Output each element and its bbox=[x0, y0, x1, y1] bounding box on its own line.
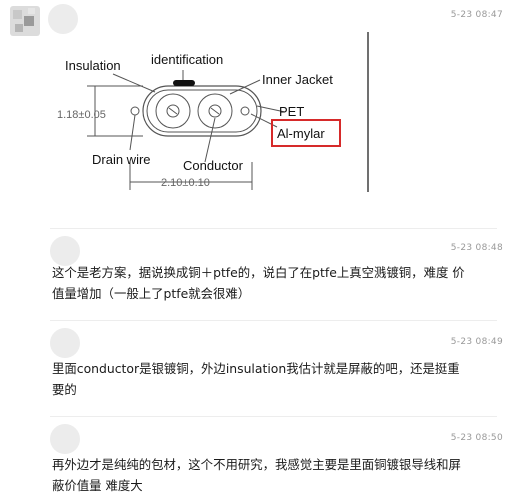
identification-label: identification bbox=[151, 52, 223, 67]
divider bbox=[50, 320, 497, 321]
avatar[interactable] bbox=[10, 6, 40, 36]
timestamp: 5-23 08:49 bbox=[450, 337, 503, 347]
message-text: 这个是老方案，据说换成铜＋ptfe的，说白了在ptfe上真空溅镀铜，难度 价值量… bbox=[52, 265, 465, 301]
divider bbox=[50, 228, 497, 229]
pet-label: PET bbox=[279, 104, 304, 119]
insulation-label: Insulation bbox=[65, 58, 121, 73]
message-text: 里面conductor是银镀铜，外边insulation我估计就是屏蔽的吧，还是… bbox=[52, 361, 460, 397]
inner-jacket-label: Inner Jacket bbox=[262, 72, 333, 87]
timestamp: 5-23 08:50 bbox=[450, 433, 503, 443]
width-dimension-label: 2.10±0.10 bbox=[161, 177, 210, 189]
avatar[interactable] bbox=[50, 328, 80, 358]
height-dimension-label: 1.18±0.05 bbox=[57, 109, 106, 121]
message-text: 再外边才是纯纯的包材，这个不用研究，我感觉主要是里面铜镀银导线和屏蔽价值量 难度… bbox=[52, 457, 461, 493]
al-mylar-label: Al-mylar bbox=[277, 126, 325, 141]
avatar[interactable] bbox=[50, 424, 80, 454]
divider bbox=[50, 416, 497, 417]
timestamp: 5-23 08:48 bbox=[450, 243, 503, 253]
timestamp: 5-23 08:47 bbox=[450, 10, 503, 20]
cable-cross-section-diagram: Insulation identification Inner Jacket P… bbox=[57, 32, 369, 192]
conductor-label: Conductor bbox=[183, 158, 244, 173]
drain-wire-label: Drain wire bbox=[92, 152, 151, 167]
